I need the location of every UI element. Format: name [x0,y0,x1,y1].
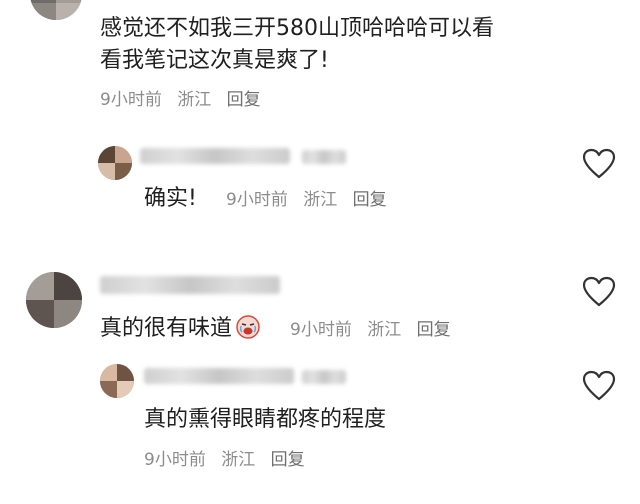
heart-icon[interactable] [582,370,616,402]
avatar[interactable] [30,0,82,20]
reply-location: 浙江 [303,190,338,210]
username-blurred[interactable] [140,148,290,164]
comment-meta: 9小时前 浙江 回复 [290,319,461,341]
heart-icon[interactable] [600,0,624,8]
comment-location: 浙江 [177,90,212,110]
comment-time: 9小时前 [100,90,162,110]
reply-button[interactable]: 回复 [227,90,261,110]
reply-text-content: 确实! [144,186,197,211]
comment-time: 9小时前 [290,320,352,340]
comment-text: 真的很有味道 [100,314,260,344]
heart-icon[interactable] [582,148,616,180]
author-badge-blurred [302,150,346,164]
reply-meta: 9小时前 浙江 回复 [226,189,397,211]
comment-text: 感觉还不如我三开580山顶哈哈哈可以看 [100,16,494,41]
reply-meta: 9小时前 浙江 回复 [144,449,315,471]
username-blurred[interactable] [100,276,280,294]
avatar[interactable] [26,272,82,328]
reply-button[interactable]: 回复 [417,320,451,340]
reply-button[interactable]: 回复 [271,450,305,470]
reply-text: 确实! [144,184,197,214]
reply-location: 浙江 [221,450,256,470]
avatar[interactable] [98,146,132,180]
comment-text-content: 真的很有味道 [100,316,233,341]
reply-text: 真的熏得眼睛都疼的程度 [144,407,387,432]
username-blurred[interactable] [144,368,294,384]
author-badge-blurred [302,370,346,384]
reply-time: 9小时前 [144,450,206,470]
comment-text: 看我笔记这次真是爽了! [100,48,329,73]
crying-face-emoji [236,315,260,339]
comment-location: 浙江 [367,320,402,340]
avatar[interactable] [100,364,134,398]
reply-time: 9小时前 [226,190,288,210]
comment-meta: 9小时前 浙江 回复 [100,89,271,111]
heart-icon[interactable] [582,276,616,308]
reply-button[interactable]: 回复 [353,190,387,210]
